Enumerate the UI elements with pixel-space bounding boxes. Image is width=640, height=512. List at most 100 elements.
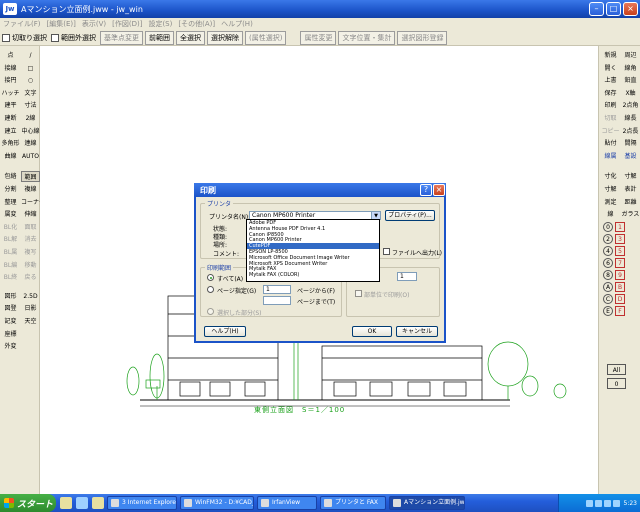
- left-tool-8-1[interactable]: AUTO: [21, 151, 40, 162]
- right-tool-10-0[interactable]: 寸解: [601, 184, 620, 195]
- right-tool-3-1[interactable]: X軸: [621, 88, 640, 99]
- task-winfm32[interactable]: WinFM32 - D:¥CAD_...: [180, 496, 254, 510]
- cut-select-checkbox[interactable]: 切取り選択: [2, 33, 47, 43]
- menu-settings[interactable]: 設定(S): [148, 19, 172, 29]
- left-tool-4-1[interactable]: 寸法: [21, 100, 40, 111]
- printer-dropdown-list[interactable]: Adobe PDF Antenna House PDF Driver 4.1 Can…: [246, 219, 380, 282]
- right-tool-4-1[interactable]: 2点角: [621, 100, 640, 111]
- printer-option[interactable]: Mytalk FAX (COLOR): [247, 272, 379, 278]
- copies-input[interactable]: 1: [397, 272, 417, 281]
- left-tool-19-1[interactable]: 日影: [21, 303, 40, 314]
- right-tool-12-0[interactable]: 線: [601, 209, 620, 220]
- menu-help[interactable]: ヘルプ(H): [221, 19, 253, 29]
- left-tool-13-1[interactable]: 面取: [21, 222, 40, 233]
- right-tool-2-0[interactable]: 上書: [601, 75, 620, 86]
- menu-other[interactable]: [その他(A)]: [178, 19, 215, 29]
- left-tool-12-1[interactable]: 伸縮: [21, 209, 40, 220]
- right-tool-1-1[interactable]: 線角: [621, 63, 640, 74]
- left-tool-16-1[interactable]: 移動: [21, 260, 40, 271]
- layer-button-3[interactable]: 3: [615, 234, 625, 244]
- layer-button-9[interactable]: 9: [615, 270, 625, 280]
- minimize-button[interactable]: –: [589, 2, 604, 16]
- left-tool-16-0[interactable]: BL編: [1, 260, 20, 271]
- tray-app-icon[interactable]: [612, 499, 620, 507]
- layer-button-2[interactable]: 2: [603, 234, 613, 244]
- right-tool-10-1[interactable]: 表計: [621, 184, 640, 195]
- attribute-select-button[interactable]: (属性選択): [245, 30, 287, 45]
- left-tool-9-0[interactable]: 包絡: [1, 171, 20, 182]
- left-tool-18-0[interactable]: 図形: [1, 291, 20, 302]
- quicklaunch-folder-icon[interactable]: [92, 497, 104, 509]
- left-tool-12-0[interactable]: 属変: [1, 209, 20, 220]
- right-tool-6-0[interactable]: コピー: [601, 126, 620, 137]
- task-jwcad[interactable]: Aマンション立面例.jww...: [389, 496, 465, 510]
- outside-select-checkbox[interactable]: 範囲外選択: [51, 33, 96, 43]
- left-tool-22-0[interactable]: 外変: [1, 341, 20, 352]
- task-printers-fax[interactable]: プリンタと FAX: [320, 496, 386, 510]
- left-tool-13-0[interactable]: BL化: [1, 222, 20, 233]
- left-tool-21-0[interactable]: 座標: [1, 329, 20, 340]
- close-button[interactable]: ×: [623, 2, 638, 16]
- right-tool-3-0[interactable]: 保存: [601, 88, 620, 99]
- quicklaunch-icon[interactable]: [60, 497, 72, 509]
- select-all-button[interactable]: 全選択: [176, 30, 205, 45]
- cancel-button[interactable]: キャンセル: [396, 326, 438, 337]
- attribute-change-button[interactable]: 属性変更: [300, 30, 337, 45]
- left-tool-11-1[interactable]: コーナー: [21, 197, 40, 208]
- previous-range-button[interactable]: 前範囲: [145, 30, 174, 45]
- left-tool-17-1[interactable]: 戻る: [21, 272, 40, 283]
- right-tool-11-1[interactable]: 距離: [621, 197, 640, 208]
- left-tool-5-0[interactable]: 建断: [1, 113, 20, 124]
- left-tool-9-1[interactable]: 範囲: [21, 171, 40, 183]
- right-tool-7-1[interactable]: 間隔: [621, 138, 640, 149]
- page-to-input[interactable]: [263, 296, 291, 305]
- dialog-help-icon[interactable]: ?: [420, 184, 432, 196]
- dialog-close-icon[interactable]: ×: [433, 184, 445, 196]
- left-tool-0-0[interactable]: 点: [1, 50, 20, 61]
- left-tool-3-1[interactable]: 文字: [21, 88, 40, 99]
- menu-draw[interactable]: [作図(D)]: [112, 19, 142, 29]
- right-tool-1-0[interactable]: 開く: [601, 63, 620, 74]
- properties-button[interactable]: プロパティ(P)...: [385, 210, 435, 221]
- range-pages-radio[interactable]: [207, 286, 214, 293]
- task-irfanview[interactable]: IrfanView: [257, 496, 317, 510]
- layer-zero-button[interactable]: 0: [607, 378, 626, 389]
- maximize-button[interactable]: □: [606, 2, 621, 16]
- ok-button[interactable]: OK: [352, 326, 392, 337]
- collate-checkbox[interactable]: [355, 290, 362, 297]
- layer-button-B[interactable]: B: [615, 282, 625, 292]
- layer-button-F[interactable]: F: [615, 306, 625, 316]
- change-base-point-button[interactable]: 基準点変更: [100, 30, 143, 45]
- left-tool-7-1[interactable]: 連線: [21, 138, 40, 149]
- tray-security-icon[interactable]: [603, 499, 611, 507]
- left-tool-4-0[interactable]: 建平: [1, 100, 20, 111]
- layer-button-6[interactable]: 6: [603, 258, 613, 268]
- layer-button-E[interactable]: E: [603, 306, 613, 316]
- menu-view[interactable]: 表示(V): [82, 19, 106, 29]
- left-tool-10-0[interactable]: 分割: [1, 184, 20, 195]
- right-tool-9-1[interactable]: 寸解: [621, 171, 640, 182]
- right-tool-8-1[interactable]: 基設: [621, 151, 640, 162]
- left-tool-5-1[interactable]: 2線: [21, 113, 40, 124]
- left-tool-2-1[interactable]: ○: [21, 75, 40, 86]
- layer-button-7[interactable]: 7: [615, 258, 625, 268]
- deselect-button[interactable]: 選択解除: [207, 30, 243, 45]
- menu-edit[interactable]: [編集(E)]: [47, 19, 76, 29]
- layer-button-D[interactable]: D: [615, 294, 625, 304]
- left-tool-19-0[interactable]: 図登: [1, 303, 20, 314]
- right-tool-0-0[interactable]: 新規: [601, 50, 620, 61]
- left-tool-20-1[interactable]: 天空: [21, 316, 40, 327]
- layer-all-button[interactable]: All: [607, 364, 626, 375]
- left-tool-6-0[interactable]: 建立: [1, 126, 20, 137]
- left-tool-10-1[interactable]: 複線: [21, 184, 40, 195]
- register-figure-button[interactable]: 選択図形登録: [397, 30, 448, 45]
- layer-button-0[interactable]: 0: [603, 222, 613, 232]
- left-tool-15-1[interactable]: 複写: [21, 247, 40, 258]
- range-all-radio[interactable]: [207, 274, 214, 281]
- layer-button-5[interactable]: 5: [615, 246, 625, 256]
- left-tool-8-0[interactable]: 曲線: [1, 151, 20, 162]
- left-tool-14-0[interactable]: BL解: [1, 234, 20, 245]
- layer-button-A[interactable]: A: [603, 282, 613, 292]
- right-tool-6-1[interactable]: 2点長: [621, 126, 640, 137]
- page-from-input[interactable]: 1: [263, 285, 291, 294]
